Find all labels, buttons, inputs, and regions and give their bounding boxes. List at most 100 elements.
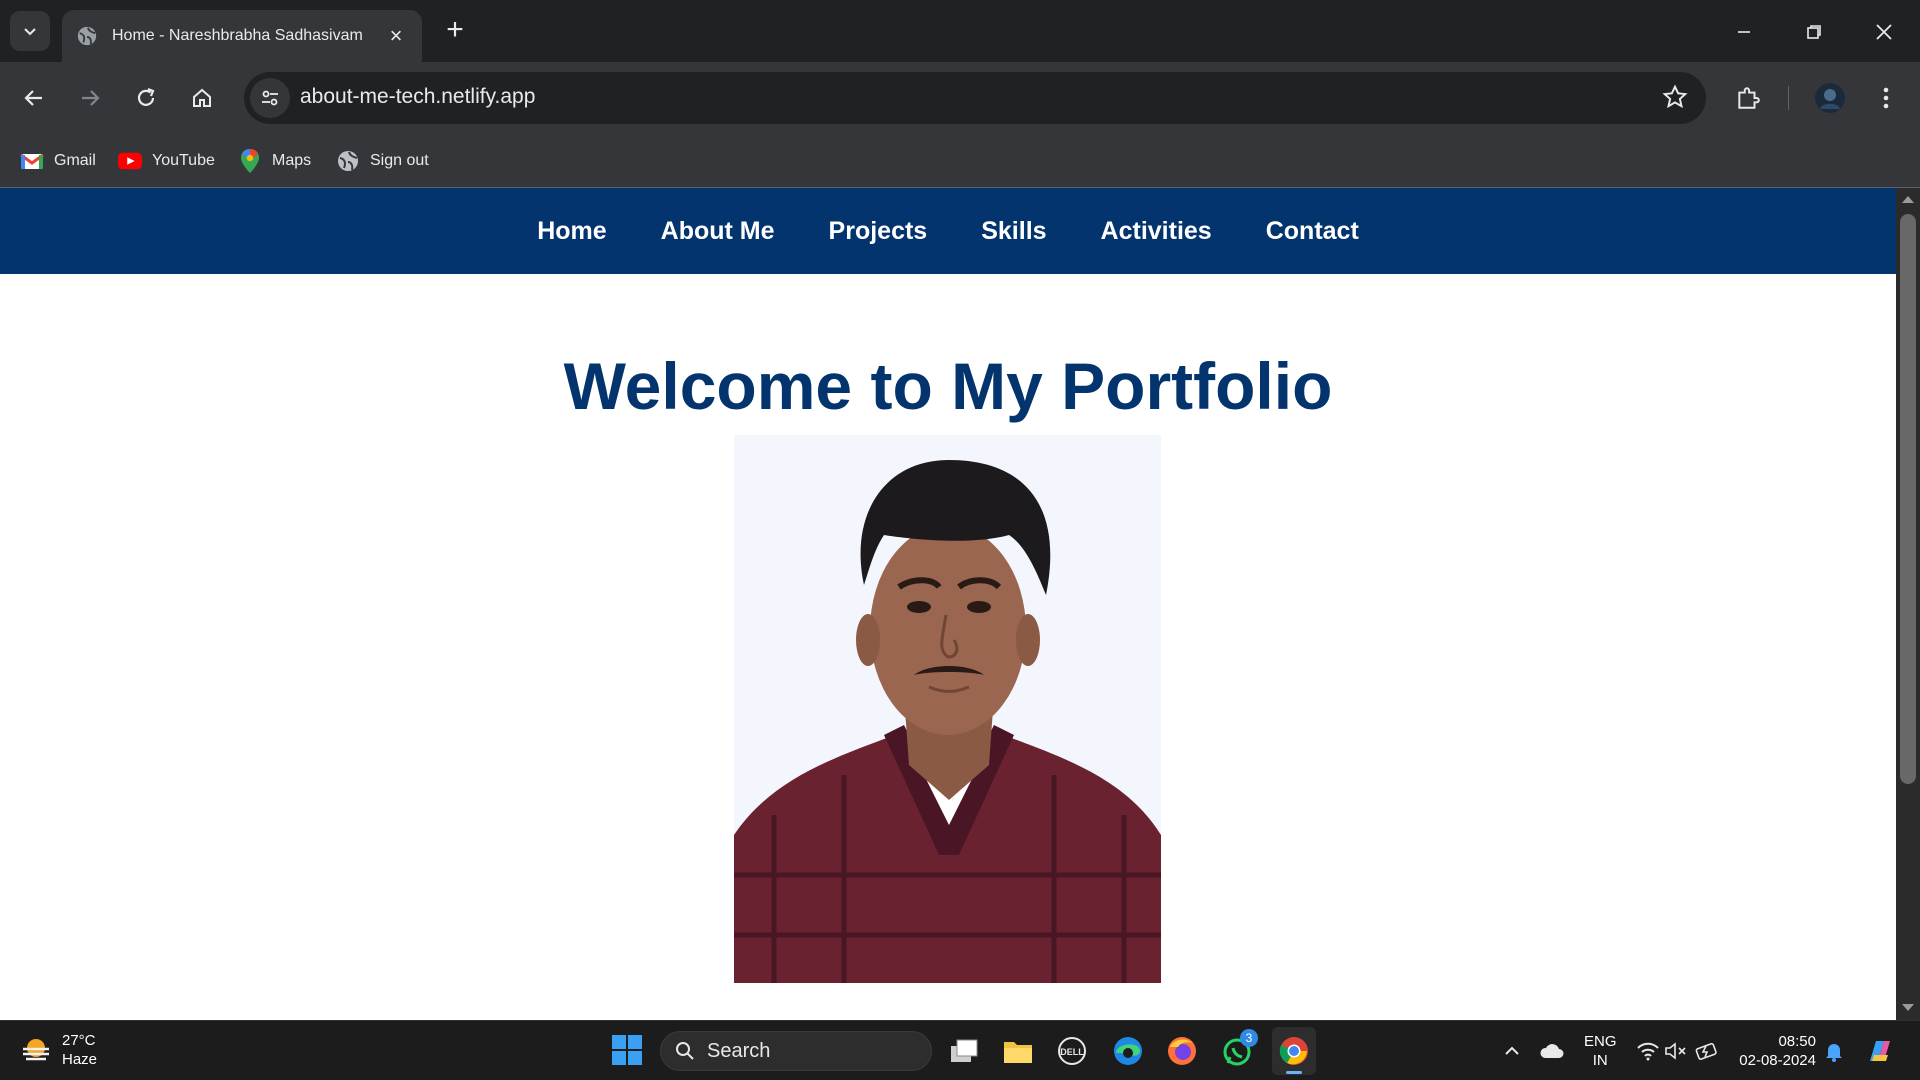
battery-button[interactable]: [1690, 1033, 1726, 1069]
nav-link-skills[interactable]: Skills: [981, 217, 1046, 246]
tab-strip: Home - Nareshbrabha Sadhasivam × +: [0, 0, 1920, 62]
start-button[interactable]: [612, 1035, 642, 1065]
reload-icon: [137, 87, 155, 106]
search-icon: [676, 1042, 694, 1060]
notifications-button[interactable]: [1816, 1033, 1852, 1069]
bookmark-sign-out[interactable]: Sign out: [336, 146, 429, 176]
toolbar-divider: [1788, 86, 1789, 110]
clock-date: 02-08-2024: [1739, 1052, 1816, 1069]
site-navigation: Home About Me Projects Skills Activities…: [0, 188, 1896, 274]
nav-link-projects[interactable]: Projects: [829, 217, 928, 246]
profile-photo: [734, 435, 1161, 983]
page-viewport: Home About Me Projects Skills Activities…: [0, 188, 1896, 1020]
tune-icon: [262, 90, 278, 106]
svg-text:DELL: DELL: [1060, 1047, 1084, 1057]
bookmark-youtube[interactable]: YouTube: [118, 146, 215, 176]
active-app-indicator: [1286, 1071, 1302, 1074]
chevron-down-icon: [24, 28, 36, 36]
dell-app-button[interactable]: DELL: [1054, 1033, 1090, 1069]
bookmark-label: Gmail: [54, 152, 96, 169]
close-window-button[interactable]: [1864, 12, 1904, 52]
scrollbar-thumb[interactable]: [1900, 214, 1916, 784]
address-bar[interactable]: about-me-tech.netlify.app: [244, 72, 1706, 124]
language-code: ENG: [1584, 1033, 1617, 1050]
volume-button[interactable]: [1658, 1033, 1694, 1069]
restore-icon: [1807, 25, 1821, 39]
minimize-icon: [1738, 31, 1750, 33]
nav-link-activities[interactable]: Activities: [1101, 217, 1212, 246]
weather-temperature: 27°C: [62, 1032, 96, 1049]
wifi-icon: [1637, 1042, 1659, 1061]
arrow-right-icon: [82, 90, 100, 106]
volume-mute-icon: [1665, 1042, 1686, 1060]
restore-button[interactable]: [1794, 12, 1834, 52]
bookmark-maps[interactable]: Maps: [238, 146, 311, 176]
minimize-button[interactable]: [1724, 12, 1764, 52]
region-code: IN: [1592, 1052, 1608, 1069]
home-button[interactable]: [182, 78, 222, 118]
system-clock[interactable]: 08:50 02-08-2024: [1734, 1032, 1816, 1070]
folder-icon: [1004, 1042, 1032, 1063]
youtube-icon: [118, 149, 142, 173]
new-tab-button[interactable]: +: [440, 15, 470, 46]
copilot-icon: [1870, 1041, 1890, 1061]
chevron-up-icon: [1505, 1046, 1519, 1055]
site-info-button[interactable]: [250, 78, 290, 118]
onedrive-button[interactable]: [1534, 1033, 1570, 1069]
bookmark-gmail[interactable]: Gmail: [20, 146, 96, 176]
haze-sun-icon: [23, 1039, 49, 1061]
copilot-button[interactable]: [1862, 1033, 1898, 1069]
firefox-button[interactable]: [1164, 1033, 1200, 1069]
tab-close-icon[interactable]: ×: [384, 23, 408, 48]
globe-icon: [77, 26, 97, 46]
nav-link-contact[interactable]: Contact: [1266, 217, 1359, 246]
tab-title: Home - Nareshbrabha Sadhasivam: [112, 27, 363, 44]
nav-link-home[interactable]: Home: [537, 217, 606, 246]
file-explorer-button[interactable]: [1000, 1033, 1036, 1069]
bookmark-label: Sign out: [370, 152, 429, 169]
show-hidden-icons-button[interactable]: [1494, 1033, 1530, 1069]
puzzle-icon: [1738, 87, 1760, 109]
extensions-button[interactable]: [1728, 78, 1768, 118]
more-vertical-icon: [1883, 87, 1889, 109]
weather-condition: Haze: [62, 1051, 98, 1068]
taskbar-search[interactable]: Search: [660, 1031, 932, 1071]
chrome-button[interactable]: [1272, 1027, 1316, 1075]
close-icon: [1876, 24, 1892, 40]
nav-link-about-me[interactable]: About Me: [661, 217, 775, 246]
profile-button[interactable]: [1810, 78, 1850, 118]
dell-icon: DELL: [1058, 1037, 1086, 1065]
tab-search-button[interactable]: [10, 11, 50, 51]
active-tab[interactable]: Home - Nareshbrabha Sadhasivam ×: [62, 10, 422, 62]
windows-taskbar: 27°C Haze Search DELL 3 ENG IN 08:50 02-…: [0, 1020, 1920, 1080]
star-icon: [1662, 84, 1688, 109]
bookmark-star-button[interactable]: [1662, 84, 1688, 115]
browser-menu-button[interactable]: [1866, 78, 1906, 118]
edge-button[interactable]: [1110, 1033, 1146, 1069]
home-icon: [193, 88, 211, 107]
cloud-icon: [1540, 1044, 1564, 1058]
page-scrollbar[interactable]: [1896, 188, 1920, 1020]
scroll-up-icon[interactable]: [1902, 196, 1914, 203]
scroll-down-icon[interactable]: [1902, 1004, 1914, 1011]
maps-icon: [238, 149, 262, 173]
gmail-icon: [20, 149, 44, 173]
task-view-button[interactable]: [946, 1033, 982, 1069]
edge-icon: [1114, 1037, 1142, 1065]
windows-logo-icon: [612, 1035, 626, 1049]
task-view-icon: [951, 1039, 978, 1062]
bookmark-label: Maps: [272, 152, 312, 169]
bookmark-label: YouTube: [152, 152, 215, 169]
whatsapp-button[interactable]: 3: [1220, 1029, 1258, 1069]
search-label: Search: [707, 1039, 771, 1062]
weather-widget[interactable]: 27°C Haze: [20, 1031, 97, 1069]
notification-badge: 3: [1240, 1029, 1258, 1047]
language-indicator[interactable]: ENG IN: [1584, 1032, 1617, 1070]
reload-button[interactable]: [126, 78, 166, 118]
forward-button[interactable]: [70, 78, 110, 118]
chrome-icon: [1279, 1037, 1308, 1065]
bookmarks-bar: Gmail YouTube Maps Sign out: [0, 134, 1920, 188]
back-button[interactable]: [14, 78, 54, 118]
globe-icon: [336, 149, 360, 173]
url-text[interactable]: about-me-tech.netlify.app: [300, 85, 535, 109]
